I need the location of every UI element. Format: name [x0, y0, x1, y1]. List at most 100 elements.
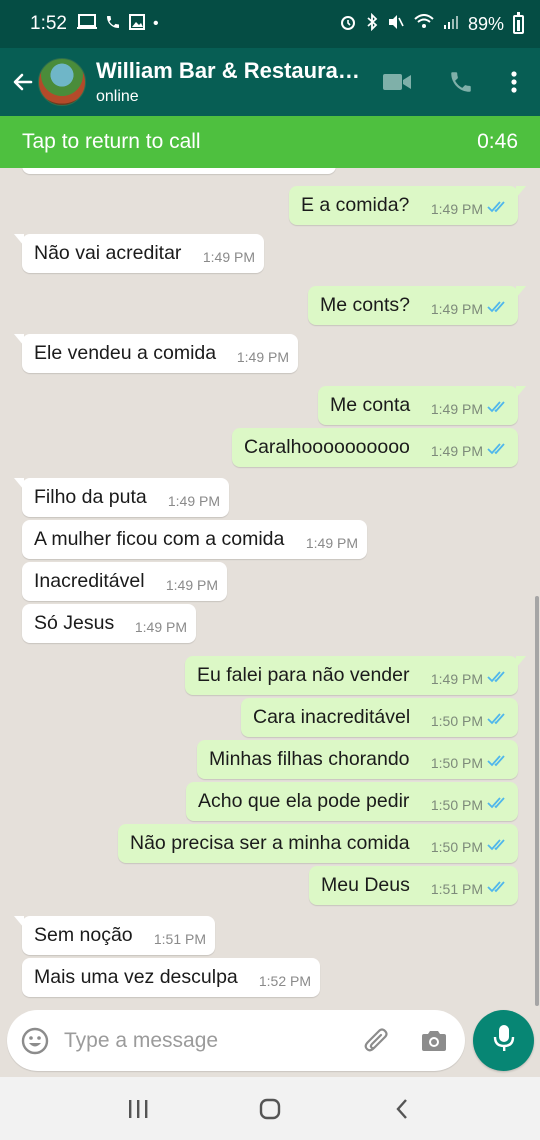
back-nav-icon[interactable]	[382, 1089, 422, 1129]
outgoing-message[interactable]: Me conta 1:49 PM	[318, 386, 526, 425]
message-time: 1:49 PM	[167, 493, 220, 509]
wifi-icon	[414, 13, 434, 35]
message-composer: Type a message	[7, 1010, 465, 1071]
message-meta: 1:49 PM	[431, 200, 509, 217]
message-text: Filho da puta	[34, 486, 147, 508]
outgoing-message[interactable]: Eu falei para não vender 1:49 PM	[185, 656, 526, 695]
message-text: Minhas filhas chorando	[209, 748, 410, 770]
read-ticks-icon	[487, 200, 509, 217]
incoming-message[interactable]: Mais uma vez desculpa 1:52 PM	[22, 958, 320, 997]
message-meta: 1:49 PM	[135, 619, 187, 635]
message-time: 1:49 PM	[165, 577, 218, 593]
message-time: 1:49 PM	[134, 619, 187, 635]
read-ticks-icon	[487, 796, 509, 813]
incoming-message[interactable]: Filho da puta 1:49 PM	[14, 478, 229, 517]
mic-button[interactable]	[473, 1010, 534, 1071]
message-meta: 1:49 PM	[431, 400, 509, 417]
call-status-icon	[105, 14, 121, 35]
status-time: 1:52	[30, 13, 67, 34]
more-vert-icon[interactable]	[510, 70, 518, 94]
avatar[interactable]	[38, 58, 86, 106]
signal-icon	[443, 14, 459, 35]
back-arrow-icon[interactable]	[8, 67, 38, 97]
message-text: Mais uma vez desculpa	[34, 966, 238, 988]
return-to-call-label[interactable]: Tap to return to call	[22, 130, 201, 154]
message-input[interactable]: Type a message	[64, 1029, 218, 1053]
partial-message	[22, 168, 336, 174]
message-text: Meu Deus	[321, 874, 410, 896]
outgoing-message[interactable]: Meu Deus 1:51 PM	[309, 866, 518, 905]
alarm-icon	[339, 13, 357, 36]
message-meta: 1:50 PM	[431, 796, 509, 813]
status-bar: 1:52 • 89%	[0, 0, 540, 48]
message-time: 1:49 PM	[202, 249, 255, 265]
call-duration: 0:46	[477, 130, 518, 153]
message-text: Não vai acreditar	[34, 242, 182, 264]
message-list[interactable]: E a comida? 1:49 PM Não vai acreditar 1:49 …	[0, 168, 540, 1006]
message-meta: 1:51 PM	[154, 931, 206, 947]
contact-info[interactable]: William Bar & Restaura… online	[96, 58, 358, 106]
outgoing-message[interactable]: Cara inacreditável 1:50 PM	[241, 698, 518, 737]
message-meta: 1:49 PM	[166, 577, 218, 593]
message-text: Ele vendeu a comida	[34, 342, 217, 364]
message-meta: 1:50 PM	[431, 838, 509, 855]
phone-icon[interactable]	[448, 69, 474, 95]
outgoing-message[interactable]: Não precisa ser a minha comida 1:50 PM	[118, 824, 518, 863]
mic-icon	[492, 1023, 516, 1058]
incoming-message[interactable]: Sem noção 1:51 PM	[14, 916, 215, 955]
message-text: Não precisa ser a minha comida	[130, 832, 410, 854]
incoming-message[interactable]: A mulher ficou com a comida 1:49 PM	[22, 520, 367, 559]
read-ticks-icon	[487, 670, 509, 687]
message-time: 1:50 PM	[430, 838, 483, 855]
read-ticks-icon	[487, 442, 509, 459]
message-time: 1:49 PM	[305, 535, 358, 551]
emoji-icon[interactable]	[20, 1026, 50, 1056]
message-time: 1:49 PM	[430, 300, 483, 317]
outgoing-message[interactable]: Caralhoooooooooo 1:49 PM	[232, 428, 518, 467]
message-meta: 1:49 PM	[431, 300, 509, 317]
message-text: Me conta	[330, 394, 411, 416]
attach-icon[interactable]	[362, 1026, 392, 1056]
message-meta: 1:50 PM	[431, 712, 509, 729]
scrollbar[interactable]	[535, 596, 539, 1006]
outgoing-message[interactable]: Acho que ela pode pedir 1:50 PM	[186, 782, 518, 821]
message-meta: 1:49 PM	[203, 249, 255, 265]
read-ticks-icon	[487, 838, 509, 855]
return-to-call-banner[interactable]: Tap to return to call 0:46	[0, 116, 540, 168]
message-time: 1:49 PM	[430, 442, 483, 459]
camera-icon[interactable]	[420, 1029, 448, 1053]
message-text: Cara inacreditável	[253, 706, 411, 728]
dot-icon: •	[152, 15, 159, 32]
read-ticks-icon	[487, 300, 509, 317]
incoming-message[interactable]: Inacreditável 1:49 PM	[22, 562, 227, 601]
bluetooth-icon	[366, 12, 378, 36]
message-meta: 1:49 PM	[431, 442, 509, 459]
home-icon[interactable]	[250, 1089, 290, 1129]
message-meta: 1:49 PM	[306, 535, 358, 551]
message-meta: 1:51 PM	[431, 880, 509, 897]
system-icons: 89%	[339, 11, 524, 36]
header-actions	[382, 69, 518, 95]
message-time: 1:51 PM	[153, 931, 206, 947]
message-meta: 1:49 PM	[237, 349, 289, 365]
notification-icons: •	[76, 13, 159, 35]
read-ticks-icon	[487, 880, 509, 897]
read-ticks-icon	[487, 754, 509, 771]
message-meta: 1:50 PM	[431, 754, 509, 771]
message-time: 1:50 PM	[430, 754, 483, 771]
outgoing-message[interactable]: Minhas filhas chorando 1:50 PM	[197, 740, 518, 779]
message-meta: 1:49 PM	[168, 493, 220, 509]
incoming-message[interactable]: Ele vendeu a comida 1:49 PM	[14, 334, 298, 373]
outgoing-message[interactable]: Me conts? 1:49 PM	[308, 286, 526, 325]
videocam-icon[interactable]	[382, 72, 412, 92]
incoming-message[interactable]: Não vai acreditar 1:49 PM	[14, 234, 264, 273]
recent-apps-icon[interactable]	[118, 1089, 158, 1129]
message-text: Eu falei para não vender	[197, 664, 410, 686]
incoming-message[interactable]: Só Jesus 1:49 PM	[22, 604, 196, 643]
read-ticks-icon	[487, 400, 509, 417]
message-text: Me conts?	[320, 294, 410, 316]
message-text: Só Jesus	[34, 612, 115, 634]
outgoing-message[interactable]: E a comida? 1:49 PM	[289, 186, 526, 225]
message-meta: 1:49 PM	[431, 670, 509, 687]
contact-name[interactable]: William Bar & Restaura…	[96, 58, 358, 84]
